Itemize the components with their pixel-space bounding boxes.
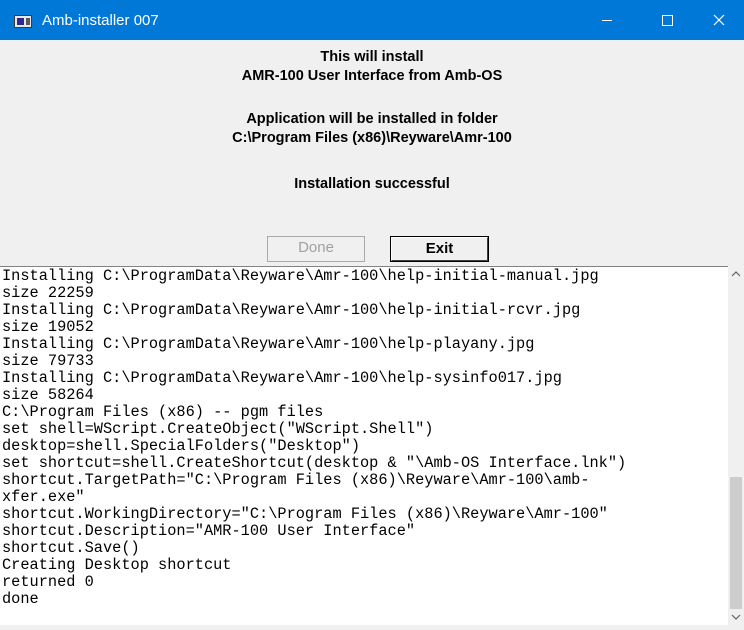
installer-app-icon [14,15,32,28]
install-intro-text: This will install [320,49,424,65]
log-line: desktop=shell.SpecialFolders("Desktop") [2,437,361,455]
exit-button[interactable]: Exit [390,236,489,262]
installer-window: Amb-installer 007 This will install AMR-… [0,0,744,625]
log-line: shortcut.Save() [2,539,140,557]
log-line: Installing C:\ProgramData\Reyware\Amr-10… [2,301,581,319]
maximize-button[interactable] [642,0,692,40]
log-line: xfer.exe" [2,488,85,506]
log-line: shortcut.Description="AMR-100 User Inter… [2,522,416,540]
scroll-track[interactable] [728,282,744,609]
window-title: Amb-installer 007 [42,12,159,29]
app-icon-bar [26,18,30,25]
install-product-text: AMR-100 User Interface from Amb-OS [241,68,503,84]
log-line: Creating Desktop shortcut [2,556,232,574]
log-line: done [2,590,39,608]
log-line: Installing C:\ProgramData\Reyware\Amr-10… [2,335,535,353]
log-line: size 79733 [2,352,94,370]
maximize-icon [662,15,673,26]
minimize-button[interactable] [582,0,632,40]
scroll-thumb[interactable] [730,477,742,609]
log-line: set shortcut=shell.CreateShortcut(deskto… [2,454,627,472]
install-log-lines: Installing C:\ProgramData\Reyware\Amr-10… [2,268,626,608]
done-button[interactable]: Done [267,236,365,262]
title-bar[interactable]: Amb-installer 007 [0,0,744,40]
install-status-text: Installation successful [294,176,450,192]
scroll-down-button[interactable] [728,609,744,625]
install-folder-label: Application will be installed in folder [246,111,498,127]
close-button[interactable] [694,0,744,40]
log-line: Installing C:\ProgramData\Reyware\Amr-10… [2,267,599,285]
log-line: shortcut.TargetPath="C:\Program Files (x… [2,471,590,489]
log-scrollbar[interactable] [728,266,744,625]
log-line: size 22259 [2,284,94,302]
log-line: Installing C:\ProgramData\Reyware\Amr-10… [2,369,562,387]
log-line: size 19052 [2,318,94,336]
chevron-down-icon [731,614,741,620]
install-folder-path: C:\Program Files (x86)\Reyware\Amr-100 [232,130,512,146]
scroll-up-button[interactable] [728,266,744,282]
log-line: C:\Program Files (x86) -- pgm files [2,403,324,421]
install-log[interactable]: Installing C:\ProgramData\Reyware\Amr-10… [0,266,728,625]
app-icon-screen [17,18,24,25]
log-line: set shell=WScript.CreateObject("WScript.… [2,420,434,438]
log-line: size 58264 [2,386,94,404]
close-icon [713,14,725,26]
log-line: shortcut.WorkingDirectory="C:\Program Fi… [2,505,608,523]
log-line: returned 0 [2,573,94,591]
chevron-up-icon [731,271,741,277]
minimize-icon [602,20,612,21]
